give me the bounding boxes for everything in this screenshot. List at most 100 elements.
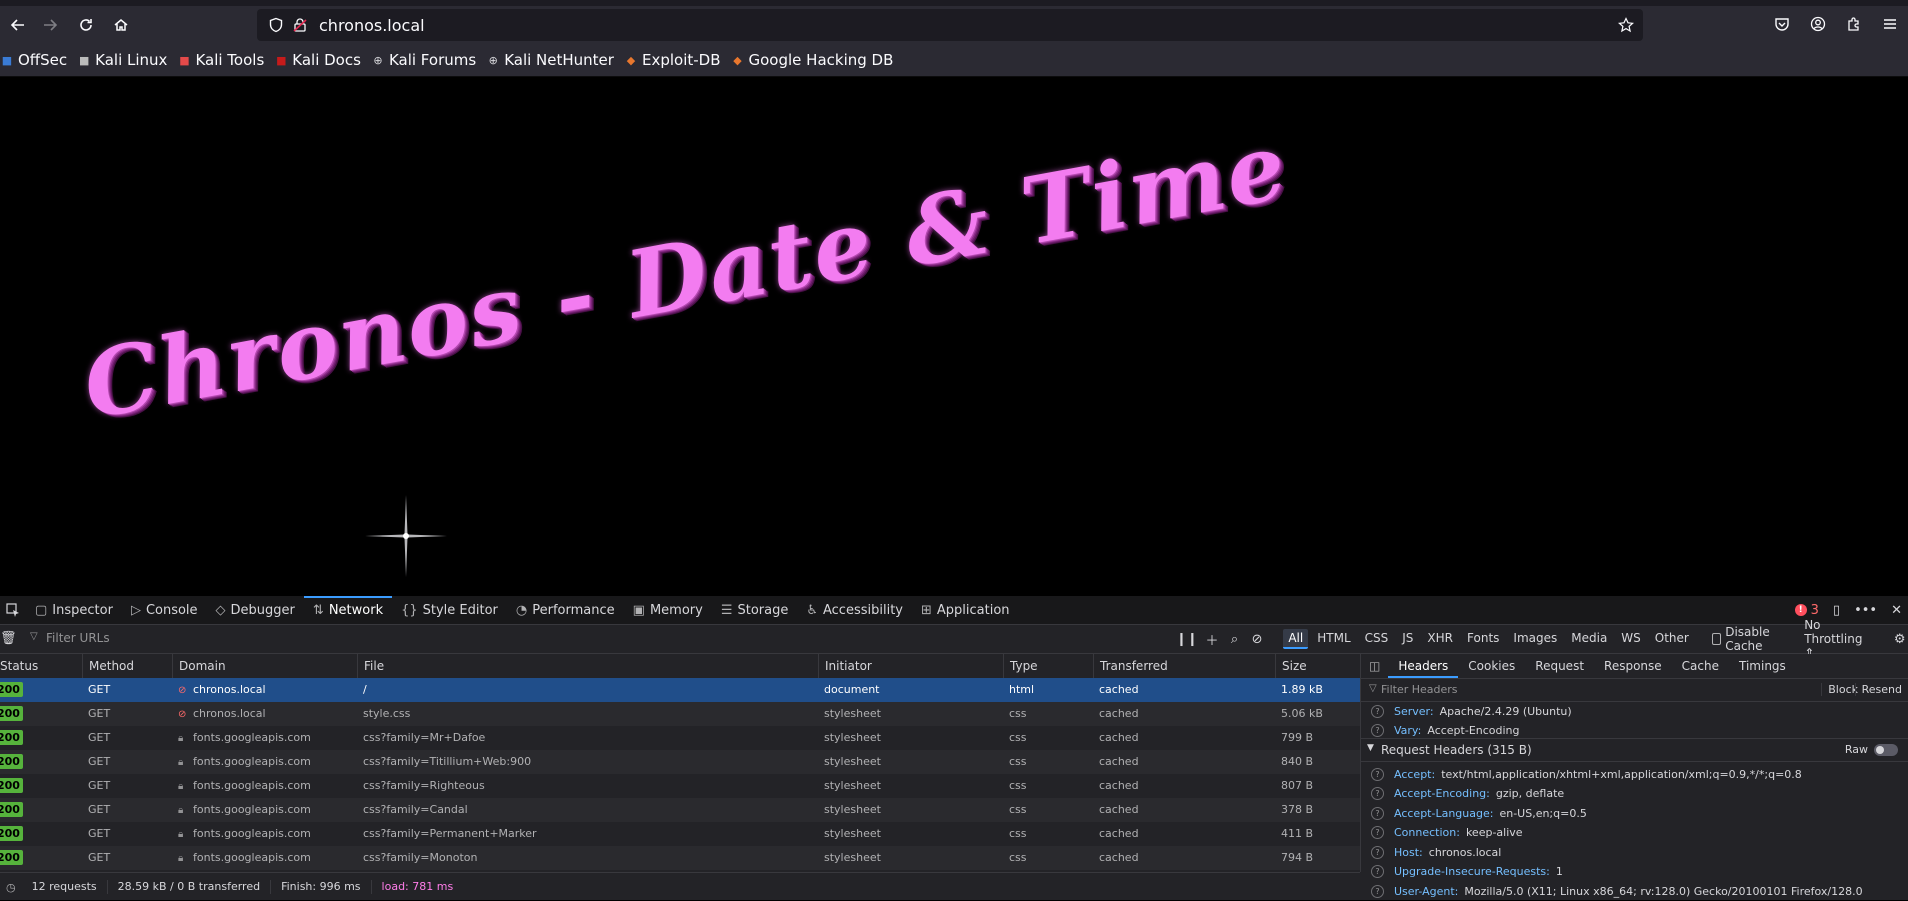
url-text[interactable]: chronos.local <box>319 16 425 35</box>
column-header-size[interactable]: Size <box>1275 654 1360 678</box>
search-icon[interactable]: ⌕ <box>1226 628 1243 650</box>
network-settings-gear-icon[interactable]: ⚙ <box>1891 628 1908 650</box>
filter-type-js[interactable]: JS <box>1397 629 1418 649</box>
extensions-button[interactable] <box>1836 9 1872 39</box>
bookmark-item[interactable]: ◆ Exploit-DB <box>624 51 727 69</box>
details-tab-cookies[interactable]: Cookies <box>1458 654 1525 678</box>
column-header-initiator[interactable]: Initiator <box>818 654 1003 678</box>
filter-type-fonts[interactable]: Fonts <box>1462 629 1504 649</box>
pocket-button[interactable] <box>1764 9 1800 39</box>
forward-button[interactable] <box>32 10 68 40</box>
table-row[interactable]: 200 GET 🔒︎ fonts.googleapis.com css?family=C… <box>0 798 1360 822</box>
column-header-domain[interactable]: Domain <box>172 654 357 678</box>
resend-button[interactable]: Resend <box>1854 683 1902 696</box>
block-requests-icon[interactable]: ⊘ <box>1249 628 1266 650</box>
table-row[interactable]: 200 GET ⊘ chronos.local style.css stylesheet c… <box>0 702 1360 726</box>
details-tab-cache[interactable]: Cache <box>1672 654 1729 678</box>
details-tab-timings[interactable]: Timings <box>1729 654 1796 678</box>
filter-type-other[interactable]: Other <box>1650 629 1694 649</box>
filter-type-css[interactable]: CSS <box>1360 629 1394 649</box>
table-row[interactable]: 200 GET 🔒︎ fonts.googleapis.com css?family=R… <box>0 774 1360 798</box>
more-options-icon[interactable]: ••• <box>1854 603 1877 618</box>
column-header-file[interactable]: File <box>357 654 818 678</box>
bookmark-item[interactable]: ◆ Google Hacking DB <box>731 51 900 69</box>
tab-debugger[interactable]: ◇ Debugger <box>207 596 304 624</box>
column-header-type[interactable]: Type <box>1003 654 1093 678</box>
help-icon[interactable]: ? <box>1371 865 1384 878</box>
ghdb-icon: ◆ <box>733 53 742 67</box>
column-header-status[interactable]: Status <box>0 654 76 678</box>
table-row[interactable]: 200 GET ⊘ chronos.local / document html cached 1… <box>0 678 1360 702</box>
request-headers-section-header[interactable]: ▼ Request Headers (315 B) Raw <box>1361 738 1908 762</box>
cell-status: 200 <box>0 846 74 870</box>
help-icon[interactable]: ? <box>1371 884 1384 898</box>
add-request-blocking-icon[interactable]: ＋ <box>1204 628 1221 650</box>
filter-type-all[interactable]: All <box>1283 629 1309 649</box>
tab-memory[interactable]: ▣ Memory <box>624 596 712 624</box>
tracking-protection-shield-icon[interactable] <box>268 17 284 33</box>
table-row[interactable]: 200 GET 🔒︎ fonts.googleapis.com css?family=P… <box>0 822 1360 846</box>
tab-performance[interactable]: ◔ Performance <box>507 596 624 624</box>
help-icon[interactable]: ? <box>1371 845 1384 859</box>
details-tab-response[interactable]: Response <box>1594 654 1672 678</box>
close-devtools-icon[interactable]: ✕ <box>1891 603 1902 618</box>
block-button[interactable]: Block <box>1821 683 1858 696</box>
bookmark-item[interactable]: ■ Kali Docs <box>274 51 367 69</box>
filter-type-images[interactable]: Images <box>1508 629 1562 649</box>
disable-cache-checkbox[interactable]: Disable Cache <box>1711 625 1788 653</box>
bookmark-item[interactable]: ■ Kali Tools <box>177 51 270 69</box>
toggle-sidebar-icon[interactable]: ◫ <box>1361 659 1388 673</box>
address-bar[interactable]: chronos.local <box>257 9 1643 41</box>
help-icon[interactable]: ? <box>1371 767 1384 781</box>
clear-requests-icon[interactable]: 🗑 <box>0 631 17 646</box>
tab-style-editor[interactable]: {} Style Editor <box>392 596 507 624</box>
pause-recording-icon[interactable]: ❙❙ <box>1176 628 1198 650</box>
cell-domain: ⊘ chronos.local <box>178 702 355 726</box>
bookmark-item[interactable]: ■ OffSec <box>0 51 73 69</box>
raw-toggle[interactable]: Raw <box>1845 743 1898 756</box>
bookmark-item[interactable]: ⊕ Kali Forums <box>371 51 482 69</box>
tab-network[interactable]: ⇅ Network <box>303 596 393 624</box>
header-row: ? User-Agent: Mozilla/5.0 (X11; Linux x86_… <box>1371 882 1863 900</box>
performance-analysis-icon[interactable]: ◷ <box>0 881 22 894</box>
help-icon[interactable]: ? <box>1371 724 1384 737</box>
tab-console[interactable]: ▷ Console <box>122 596 207 624</box>
column-header-transferred[interactable]: Transferred <box>1093 654 1275 678</box>
help-icon[interactable]: ? <box>1371 787 1384 800</box>
filter-headers-input[interactable]: Filter Headers <box>1381 683 1458 696</box>
bookmark-star-icon[interactable] <box>1618 17 1634 33</box>
back-button[interactable] <box>0 10 36 40</box>
tab-accessibility[interactable]: ♿ Accessibility <box>797 596 912 624</box>
home-button[interactable] <box>103 10 139 40</box>
filter-type-xhr[interactable]: XHR <box>1422 629 1458 649</box>
table-row[interactable]: 200 GET 🔒︎ fonts.googleapis.com css?family=M… <box>0 726 1360 750</box>
account-button[interactable] <box>1800 9 1836 39</box>
tab-storage[interactable]: ☰ Storage <box>712 596 798 624</box>
filter-headers-icon: ▽ <box>1369 683 1377 694</box>
help-icon[interactable]: ? <box>1371 806 1384 820</box>
reload-button[interactable] <box>68 10 104 40</box>
app-menu-button[interactable] <box>1872 9 1908 39</box>
filter-type-html[interactable]: HTML <box>1312 629 1355 649</box>
help-icon[interactable]: ? <box>1371 826 1384 839</box>
tab-application[interactable]: ⊞ Application <box>912 596 1019 624</box>
bookmark-item[interactable]: ■ Kali Linux <box>77 51 173 69</box>
column-header-method[interactable]: Method <box>82 654 172 678</box>
cell-size: 840 B <box>1281 755 1314 768</box>
insecure-lock-icon[interactable] <box>292 17 308 33</box>
dock-side-icon[interactable]: ▯ <box>1833 603 1840 618</box>
tab-inspector[interactable]: ▢ Inspector <box>26 596 122 624</box>
details-tab-request[interactable]: Request <box>1525 654 1594 678</box>
header-row: ? Host: chronos.local <box>1371 843 1501 861</box>
bookmark-item[interactable]: ⊕ Kali NetHunter <box>486 51 620 69</box>
storage-icon: ☰ <box>720 602 733 618</box>
filter-type-media[interactable]: Media <box>1566 629 1612 649</box>
table-row[interactable]: 200 GET 🔒︎ fonts.googleapis.com css?family=T… <box>0 750 1360 774</box>
filter-type-ws[interactable]: WS <box>1616 629 1645 649</box>
error-count-badge[interactable]: ! 3 <box>1794 603 1819 618</box>
table-row[interactable]: 200 GET 🔒︎ fonts.googleapis.com css?family=M… <box>0 846 1360 870</box>
pick-element-button[interactable] <box>0 596 26 624</box>
filter-urls-input[interactable]: Filter URLs <box>46 631 110 645</box>
help-icon[interactable]: ? <box>1371 704 1384 718</box>
details-tab-headers[interactable]: Headers <box>1388 654 1459 678</box>
